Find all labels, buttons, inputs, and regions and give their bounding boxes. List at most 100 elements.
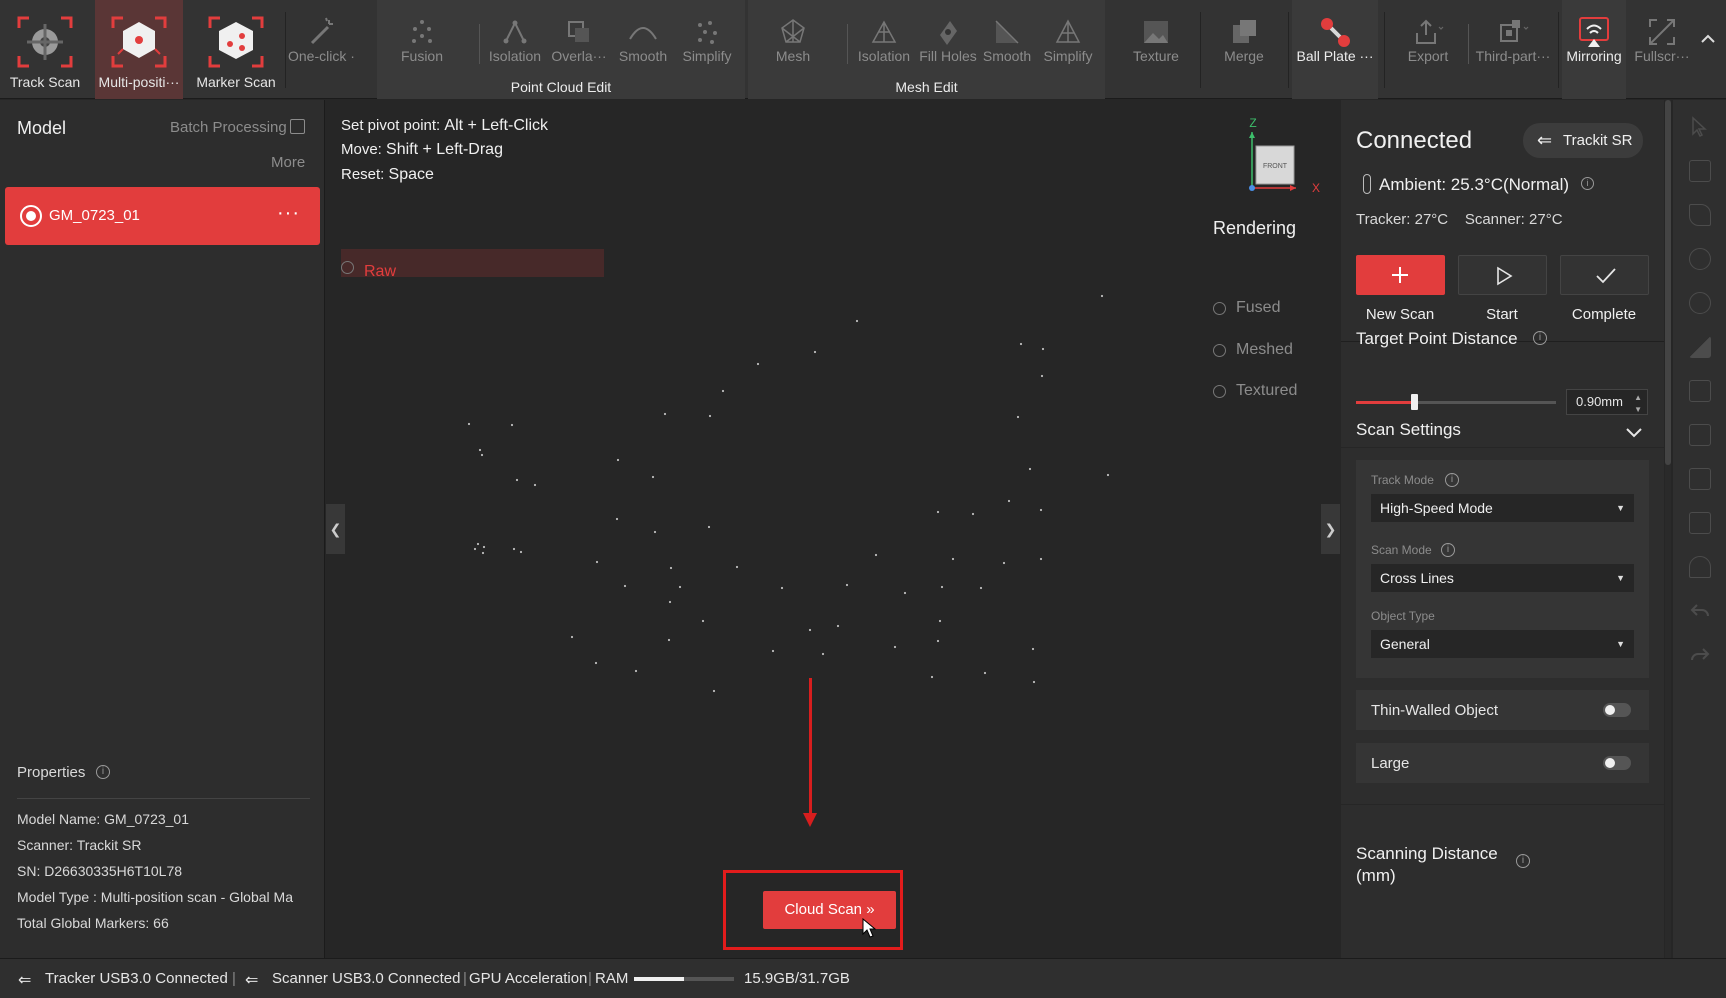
render-option-textured[interactable]: Textured	[1213, 373, 1318, 411]
marker-point	[515, 478, 519, 482]
marker-point	[712, 689, 716, 693]
marker-point	[1031, 647, 1035, 651]
stamp-icon[interactable]	[1689, 556, 1711, 578]
point-cloud-edit-label: Point Cloud Edit	[510, 79, 612, 95]
start-button[interactable]	[1458, 255, 1547, 295]
scanner-connection-status: Scanner USB3.0 Connected	[272, 970, 461, 987]
object-type-select[interactable]: General ▼	[1371, 630, 1634, 658]
info-icon[interactable]: i	[1441, 543, 1455, 557]
lasso-select-icon[interactable]	[1689, 248, 1711, 270]
batch-processing-link[interactable]: Batch Processing	[170, 119, 287, 136]
rendering-heading: Rendering	[1213, 218, 1297, 238]
mesh-simplify-icon	[1055, 19, 1081, 43]
marker-point	[780, 586, 784, 590]
render-option-raw[interactable]: Raw	[341, 249, 604, 280]
third-party-button[interactable]: Third-part···	[1472, 0, 1554, 99]
export-label: Export	[1407, 48, 1449, 64]
fusion-icon	[412, 20, 432, 43]
marker-point	[623, 584, 627, 588]
target-distance-slider-fill	[1356, 401, 1414, 404]
chevron-down-icon[interactable]	[1625, 426, 1643, 438]
ball-plate-button[interactable]: Ball Plate ···	[1292, 0, 1378, 99]
info-icon[interactable]: i	[96, 765, 110, 779]
view-cube[interactable]: FRONT Z X	[1246, 112, 1326, 192]
marker-point	[874, 553, 878, 557]
complete-button[interactable]	[1560, 255, 1649, 295]
edit-icon[interactable]	[1689, 380, 1711, 402]
scan-mode-label: Scan Mode	[1371, 543, 1432, 557]
info-icon[interactable]: i	[1516, 854, 1530, 868]
mesh-edit-group: Mesh Isolation Fill Holes Smooth Simplif…	[748, 0, 1105, 99]
render-option-fused[interactable]: Fused	[1213, 290, 1318, 328]
batch-processing-icon[interactable]	[290, 119, 305, 134]
3d-viewport[interactable]: Set pivot point: Alt + Left-Click Move: …	[326, 100, 1340, 958]
info-icon[interactable]: i	[1581, 177, 1594, 190]
rectangle-select-icon[interactable]	[1689, 160, 1711, 182]
render-option-meshed[interactable]: Meshed	[1213, 332, 1318, 370]
marker-point	[616, 458, 620, 462]
marker-point	[771, 649, 775, 653]
one-click-button[interactable]: One-click ···	[288, 0, 354, 99]
complete-label: Complete	[1571, 306, 1637, 323]
model-item-menu-button[interactable]: ···	[277, 202, 300, 225]
marker-point	[1032, 680, 1036, 684]
plane-cut-icon[interactable]	[1689, 336, 1711, 358]
info-icon[interactable]: i	[1445, 473, 1459, 487]
marker-point	[1002, 561, 1006, 565]
track-scan-mode-button[interactable]: Track Scan	[5, 0, 85, 99]
more-link[interactable]: More	[271, 154, 305, 171]
sphere-select-icon[interactable]	[1689, 292, 1711, 314]
scanning-distance-heading: Scanning Distance (mm)	[1356, 844, 1498, 885]
texture-button[interactable]: Texture	[1118, 0, 1194, 99]
multi-position-scan-mode-button[interactable]: Multi-positi···	[95, 0, 183, 99]
track-mode-select[interactable]: High-Speed Mode ▼	[1371, 494, 1634, 522]
fill-holes-icon	[940, 21, 957, 45]
redo-icon[interactable]	[1689, 644, 1711, 666]
mesh-smooth-icon	[995, 20, 1019, 44]
marker-point	[533, 483, 537, 487]
polygon-select-icon[interactable]	[1689, 204, 1711, 226]
scan-mode-select[interactable]: Cross Lines ▼	[1371, 564, 1634, 592]
collapse-left-panel-button[interactable]: ❮	[326, 504, 345, 554]
marker-point	[845, 583, 849, 587]
collapse-toolbar-icon[interactable]	[1700, 32, 1716, 44]
fullscreen-icon	[1649, 19, 1675, 45]
ram-usage-bar	[634, 977, 734, 981]
marker-point	[678, 585, 682, 589]
fullscreen-button[interactable]: Fullscr···	[1630, 0, 1694, 99]
marker-point	[615, 517, 619, 521]
model-item-name: GM_0723_01	[49, 207, 140, 224]
export-button[interactable]: Export	[1392, 0, 1464, 99]
marker-point	[481, 551, 485, 555]
cloud-scan-button[interactable]: Cloud Scan »	[763, 891, 896, 929]
usb-arrow-icon: ⇐	[245, 972, 259, 989]
thin-walled-toggle[interactable]	[1603, 703, 1631, 717]
new-scan-button[interactable]	[1356, 255, 1445, 295]
model-list-item[interactable]: GM_0723_01 ···	[5, 187, 320, 245]
mirroring-button[interactable]: Mirroring	[1562, 0, 1626, 99]
ball-plate-icon	[1321, 18, 1350, 47]
device-switch-button[interactable]: ⇐ Trackit SR	[1523, 123, 1643, 158]
marker-point	[1019, 342, 1023, 346]
marker-scan-mode-button[interactable]: Marker Scan	[192, 0, 280, 99]
marker-point	[707, 525, 711, 529]
target-distance-input[interactable]: 0.90mm ▲ ▼	[1566, 389, 1648, 415]
delete-icon[interactable]	[1689, 424, 1711, 446]
undo-icon[interactable]	[1689, 600, 1711, 622]
marker-point	[1039, 508, 1043, 512]
marker-point	[855, 319, 859, 323]
merge-button[interactable]: Merge	[1206, 0, 1282, 99]
right-panel-scrollbar[interactable]	[1665, 100, 1671, 958]
ambient-temperature: Ambient: 25.3°C(Normal)	[1379, 175, 1570, 194]
mirroring-icon	[1579, 17, 1609, 47]
copy-icon[interactable]	[1689, 512, 1711, 534]
marker-point	[653, 530, 657, 534]
marker-point	[836, 624, 840, 628]
pointer-icon[interactable]	[1689, 116, 1711, 138]
collapse-right-panel-button[interactable]: ❯	[1321, 504, 1340, 554]
info-icon[interactable]: i	[1533, 331, 1547, 345]
large-toggle[interactable]	[1603, 756, 1631, 770]
delete-selected-icon[interactable]	[1689, 468, 1711, 490]
third-party-icon	[1500, 20, 1529, 42]
target-distance-slider-thumb[interactable]	[1411, 394, 1418, 410]
